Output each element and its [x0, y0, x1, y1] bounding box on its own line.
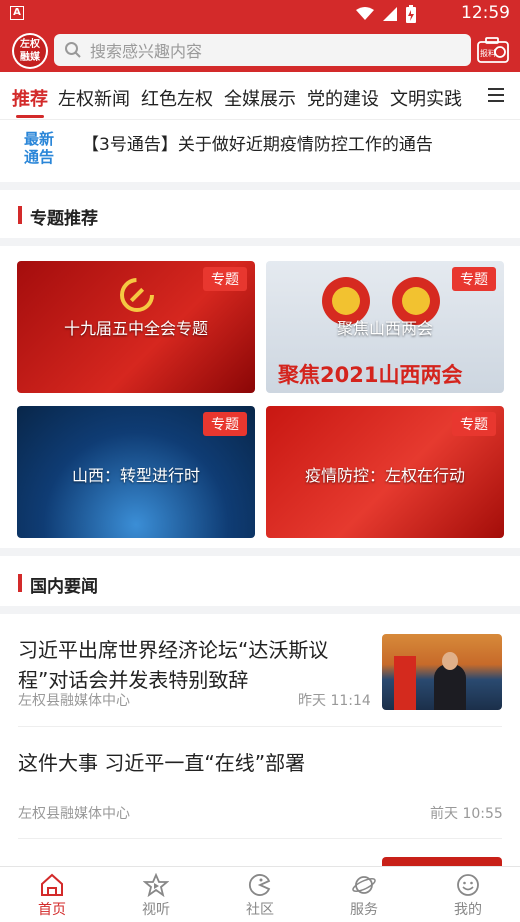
section-accent-bar	[18, 574, 22, 592]
battery-icon	[406, 5, 416, 23]
news-title[interactable]: 这件大事 习近平一直“在线”部署	[18, 747, 305, 779]
nav-home[interactable]: 首页	[12, 873, 92, 919]
app-notification-icon: A	[10, 6, 24, 20]
nav-service-label: 服务	[350, 902, 378, 918]
badge-line2: 通告	[24, 148, 55, 166]
topic-tag: 专题	[203, 267, 247, 291]
news-item[interactable]: 这件大事 习近平一直“在线”部署 左权县融媒体中心 前天 10:55	[0, 727, 520, 837]
section-gap	[0, 548, 520, 556]
topic-card[interactable]: 专题 十九届五中全会专题	[17, 261, 255, 393]
community-icon	[249, 874, 271, 896]
search-input[interactable]: 搜索感兴趣内容	[54, 34, 471, 66]
app-header: 左权 融媒 搜索感兴趣内容 报料	[0, 28, 520, 72]
topic-title: 疫情防控：左权在行动	[304, 466, 465, 485]
badge-line1: 最新	[24, 130, 55, 148]
notice-text[interactable]: 【3号通告】关于做好近期疫情防控工作的通告	[82, 130, 433, 155]
nav-home-label: 首页	[38, 902, 66, 918]
section-gap	[0, 606, 520, 614]
nav-service[interactable]: 服务	[324, 873, 404, 919]
domestic-news-header: 国内要闻	[0, 560, 520, 606]
home-icon	[41, 873, 63, 896]
news-thumbnail[interactable]	[382, 857, 502, 866]
active-tab-indicator	[16, 115, 44, 118]
section-gap	[0, 182, 520, 190]
video-play-icon	[143, 873, 169, 897]
latest-notice-badge: 最新 通告	[24, 130, 60, 166]
nav-profile-label: 我的	[454, 902, 482, 918]
domestic-news-title: 国内要闻	[30, 577, 98, 597]
news-item-partial[interactable]	[0, 839, 520, 866]
topic-cards: 专题 十九届五中全会专题 专题 聚焦山西两会 聚焦2021山西两会 专题 山西：…	[0, 248, 520, 546]
news-source: 左权县融媒体中心	[18, 806, 130, 822]
topic-title: 十九届五中全会专题	[63, 319, 208, 338]
topic-card[interactable]: 专题 聚焦山西两会 聚焦2021山西两会	[266, 261, 504, 393]
nav-video[interactable]: 视听	[116, 873, 196, 919]
topic-card[interactable]: 专题 疫情防控：左权在行动	[266, 406, 504, 538]
section-gap	[0, 238, 520, 246]
topic-card[interactable]: 专题 山西：转型进行时	[17, 406, 255, 538]
tab-recommend[interactable]: 推荐	[12, 85, 48, 111]
category-tabs: 推荐 左权新闻 红色左权 全媒展示 党的建设 文明实践	[0, 72, 520, 120]
notice-bar[interactable]: 最新 通告 【3号通告】关于做好近期疫情防控工作的通告	[0, 120, 520, 182]
topics-section-title: 专题推荐	[30, 209, 98, 229]
tab-media-showcase[interactable]: 全媒展示	[224, 85, 296, 111]
topic-title: 聚焦山西两会	[336, 319, 433, 338]
status-bar: A 12:59	[0, 0, 520, 28]
section-accent-bar	[18, 206, 22, 224]
planet-service-icon	[352, 876, 376, 894]
nav-profile[interactable]: 我的	[428, 873, 508, 919]
camera-report-icon: 报料	[477, 37, 509, 63]
news-time: 昨天 11:14	[298, 693, 371, 709]
topic-banner-text: 聚焦2021山西两会	[278, 363, 463, 387]
smile-profile-icon	[457, 874, 479, 896]
tab-zuoquan-news[interactable]: 左权新闻	[58, 85, 130, 111]
status-icons	[356, 5, 416, 23]
search-placeholder: 搜索感兴趣内容	[90, 42, 203, 61]
logo-line1: 左权	[20, 39, 40, 50]
signal-icon	[383, 7, 397, 21]
status-time: 12:59	[461, 3, 510, 23]
party-emblem-icon	[120, 278, 154, 312]
logo-line2: 融媒	[20, 52, 40, 63]
wifi-icon	[356, 7, 374, 20]
nav-community[interactable]: 社区	[220, 873, 300, 919]
search-icon	[65, 42, 81, 58]
nav-video-label: 视听	[142, 902, 170, 918]
topic-tag: 专题	[452, 412, 496, 436]
news-item[interactable]: 习近平出席世界经济论坛“达沃斯议 程”对话会并发表特别致辞 左权县融媒体中心 昨…	[0, 614, 520, 726]
topic-tag: 专题	[203, 412, 247, 436]
app-logo[interactable]: 左权 融媒	[12, 33, 48, 69]
topics-section-header: 专题推荐	[0, 192, 520, 238]
topic-title: 山西：转型进行时	[71, 466, 200, 485]
news-source: 左权县融媒体中心	[18, 693, 130, 709]
news-time: 前天 10:55	[430, 806, 503, 822]
nav-community-label: 社区	[246, 902, 274, 918]
menu-icon[interactable]	[488, 88, 504, 102]
topic-tag: 专题	[452, 267, 496, 291]
tab-civilization-practice[interactable]: 文明实践	[390, 85, 462, 111]
news-thumbnail[interactable]	[382, 634, 502, 710]
news-title-line1[interactable]: 习近平出席世界经济论坛“达沃斯议	[18, 634, 328, 666]
report-label: 报料	[480, 48, 496, 58]
bottom-navigation: 首页 视听 社区 服务 我的	[0, 866, 520, 922]
tab-red-zuoquan[interactable]: 红色左权	[141, 85, 213, 111]
report-button[interactable]: 报料	[476, 35, 510, 65]
tab-party-building[interactable]: 党的建设	[307, 85, 379, 111]
